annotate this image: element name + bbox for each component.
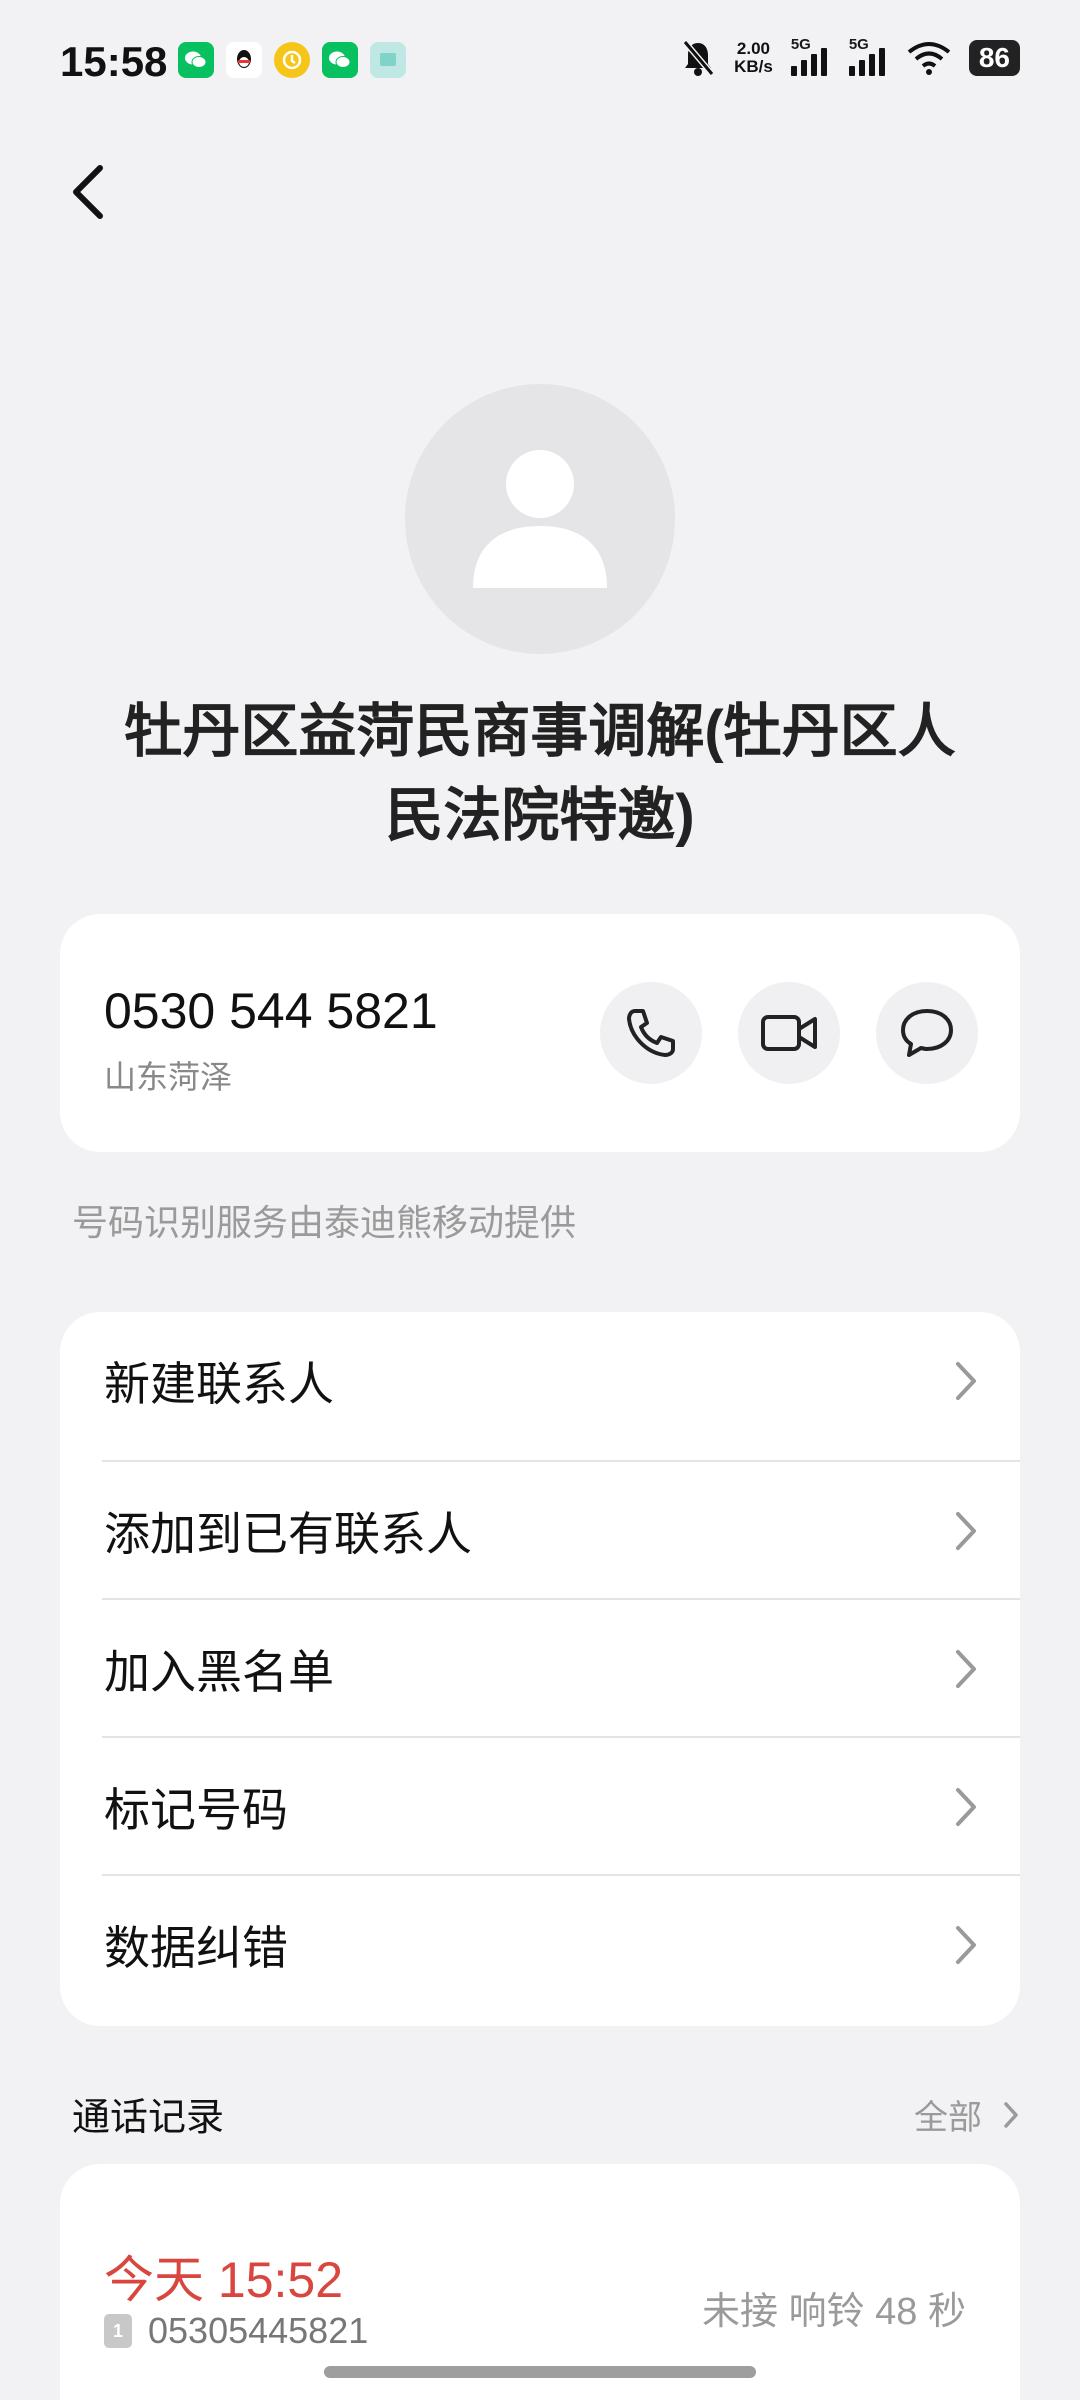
menu-item-mark-number[interactable]: 标记号码 bbox=[60, 1738, 1020, 1876]
menu-item-label: 添加到已有联系人 bbox=[104, 1508, 472, 1560]
call-log-number: 05305445821 bbox=[148, 2310, 369, 2351]
message-icon bbox=[901, 1009, 953, 1057]
avatar bbox=[405, 384, 675, 654]
battery-indicator: 86 bbox=[968, 40, 1020, 76]
chevron-right-icon bbox=[956, 1788, 976, 1826]
actions-menu: 新建联系人 添加到已有联系人 加入黑名单 标记号码 数据纠错 bbox=[60, 1312, 1020, 2026]
network-speed-value: 2.00 bbox=[736, 39, 771, 58]
phone-icon bbox=[627, 1009, 675, 1057]
sim1-label: 5G bbox=[790, 36, 811, 53]
back-arrow-icon bbox=[73, 165, 103, 219]
call-button[interactable] bbox=[600, 982, 702, 1084]
menu-item-label: 标记号码 bbox=[104, 1784, 288, 1836]
chevron-right-icon bbox=[956, 1362, 976, 1400]
signal-sim2-icon: 5G bbox=[848, 36, 889, 76]
menu-item-label: 加入黑名单 bbox=[104, 1646, 334, 1698]
chevron-right-icon bbox=[956, 1512, 976, 1550]
phone-card: 0530 544 5821 山东菏泽 bbox=[60, 914, 1020, 1152]
menu-item-label: 数据纠错 bbox=[104, 1922, 288, 1974]
mute-bell-icon bbox=[682, 40, 715, 76]
menu-item-new-contact[interactable]: 新建联系人 bbox=[60, 1312, 1020, 1450]
chevron-right-icon bbox=[956, 1926, 976, 1964]
chevron-right-icon bbox=[956, 1650, 976, 1688]
menu-item-add-to-existing[interactable]: 添加到已有联系人 bbox=[60, 1462, 1020, 1600]
home-indicator[interactable] bbox=[324, 2366, 756, 2378]
phone-number: 0530 544 5821 bbox=[104, 983, 438, 1039]
menu-item-block[interactable]: 加入黑名单 bbox=[60, 1600, 1020, 1738]
call-log-all-button[interactable]: 全部 bbox=[914, 2090, 1020, 2139]
chevron-right-icon bbox=[1004, 2101, 1018, 2128]
sim2-label: 5G bbox=[848, 36, 869, 53]
provider-note: 号码识别服务由泰迪熊移动提供 bbox=[72, 1202, 577, 1243]
system-icons: 2.00 KB/s 5G 5G 86 bbox=[680, 36, 1020, 78]
network-speed-unit: KB/s bbox=[734, 57, 773, 76]
call-log-time: 今天 15:52 bbox=[104, 2252, 344, 2308]
status-bar: 15:58 2.00 KB/s 5G 5G 86 bbox=[0, 0, 1080, 126]
video-call-button[interactable] bbox=[738, 982, 840, 1084]
back-button[interactable] bbox=[60, 160, 116, 224]
status-time: 15:58 bbox=[60, 38, 168, 85]
signal-sim1-icon: 5G bbox=[790, 36, 831, 76]
gallery-app-icon bbox=[370, 42, 406, 78]
menu-item-label: 新建联系人 bbox=[104, 1358, 334, 1410]
call-log-title: 通话记录 bbox=[72, 2097, 225, 2139]
network-speed: 2.00 KB/s bbox=[734, 40, 773, 76]
yellow-app-icon bbox=[274, 42, 310, 78]
wifi-icon bbox=[907, 42, 951, 75]
message-button[interactable] bbox=[876, 982, 978, 1084]
wechat-icon bbox=[322, 42, 358, 78]
contact-name: 牡丹区益菏民商事调解(牡丹区人民法院特邀) bbox=[124, 699, 956, 848]
call-log-all-label: 全部 bbox=[914, 2099, 982, 2137]
call-log-entry[interactable]: 今天 15:52 1 05305445821 未接 响铃 48 秒 bbox=[60, 2164, 1020, 2400]
call-log-status: 未接 响铃 48 秒 bbox=[702, 2291, 966, 2333]
sim-card-icon: 1 bbox=[104, 2314, 132, 2348]
qq-icon bbox=[226, 42, 262, 78]
menu-item-data-correction[interactable]: 数据纠错 bbox=[60, 1876, 1020, 2014]
person-icon bbox=[473, 450, 607, 588]
notification-icons bbox=[178, 42, 406, 78]
wechat-icon bbox=[178, 42, 214, 78]
phone-location: 山东菏泽 bbox=[104, 1059, 233, 1095]
video-call-icon bbox=[761, 1015, 817, 1051]
